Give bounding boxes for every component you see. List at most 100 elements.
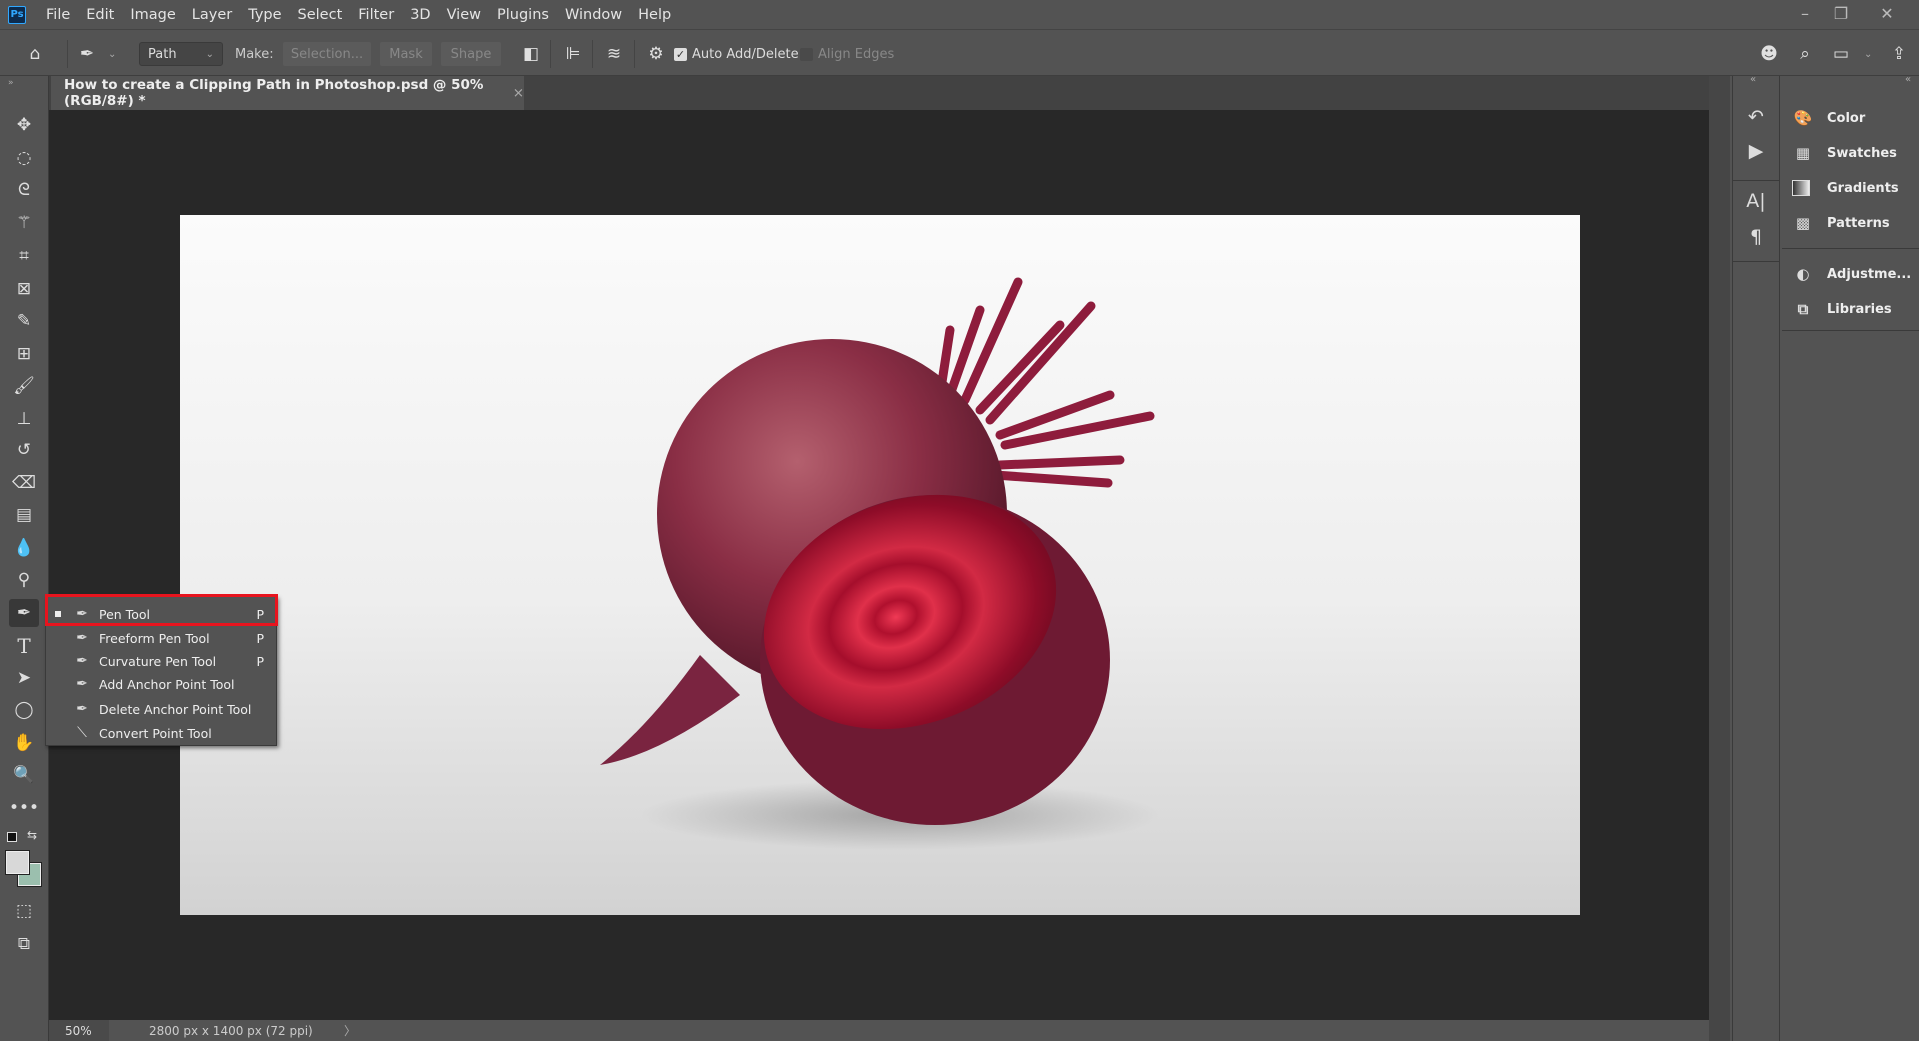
collapse-dock-icon[interactable]: «	[1750, 74, 1756, 85]
panel-label: Adjustme...	[1827, 266, 1912, 282]
close-window-button[interactable]: ✕	[1868, 0, 1906, 26]
collapse-toolbar-icon[interactable]: »	[8, 78, 14, 88]
menu-type[interactable]: Type	[240, 7, 289, 23]
brush-tool-icon[interactable]: 🖌	[9, 372, 39, 400]
menu-image[interactable]: Image	[122, 7, 183, 23]
actions-play-icon[interactable]: ▶	[1741, 136, 1771, 166]
menu-view[interactable]: View	[439, 7, 489, 23]
default-colors-icon[interactable]	[7, 832, 17, 842]
menu-layer[interactable]: Layer	[184, 7, 240, 23]
vertical-scrollbar[interactable]	[1709, 76, 1730, 1041]
ellipse-tool-icon[interactable]: ◯	[9, 696, 39, 724]
eyedropper-icon[interactable]: ✎	[9, 307, 39, 335]
blur-tool-icon[interactable]: 💧	[9, 534, 39, 562]
freeform-pen-icon: ✒	[76, 630, 88, 646]
make-selection-button[interactable]: Selection...	[283, 42, 371, 66]
auto-add-delete-checkbox[interactable]: ✓ Auto Add/Delete	[674, 42, 799, 66]
menu-help[interactable]: Help	[630, 7, 679, 23]
panel-color[interactable]: 🎨 Color	[1792, 103, 1866, 133]
menu-window[interactable]: Window	[557, 7, 630, 23]
flyout-item-add-anchor-point-tool[interactable]: ✒ Add Anchor Point Tool	[46, 672, 276, 696]
gradient-tool-icon[interactable]: ▤	[9, 501, 39, 529]
menu-filter[interactable]: Filter	[350, 7, 402, 23]
swap-colors-icon[interactable]: ⇆	[27, 828, 37, 842]
flyout-item-label: Delete Anchor Point Tool	[99, 701, 252, 717]
path-alignment-icon[interactable]: ⊫	[561, 42, 585, 66]
zoom-level[interactable]: 50%	[49, 1020, 109, 1041]
type-tool-icon[interactable]: T	[9, 632, 39, 660]
add-anchor-icon: ✒	[76, 676, 88, 692]
checkbox-checked-icon: ✓	[674, 47, 687, 61]
quick-mask-icon[interactable]: ⬚	[9, 897, 39, 925]
healing-brush-icon[interactable]: ⊞	[9, 340, 39, 368]
flyout-item-freeform-pen-tool[interactable]: ✒ Freeform Pen Tool P	[46, 626, 276, 650]
restore-button[interactable]: ❐	[1822, 0, 1860, 26]
align-edges-checkbox[interactable]: Align Edges	[800, 42, 894, 66]
chevron-down-icon[interactable]: ⌄	[1864, 42, 1872, 66]
panel-patterns[interactable]: ▩ Patterns	[1792, 208, 1890, 238]
collapse-panels-icon[interactable]: «	[1905, 74, 1911, 85]
history-brush-icon[interactable]: ↺	[9, 436, 39, 464]
pen-tool-preset-icon[interactable]: ✒	[75, 42, 99, 66]
path-operations-icon[interactable]: ◧	[519, 42, 543, 66]
make-shape-button[interactable]: Shape	[441, 42, 501, 66]
panel-libraries[interactable]: ⧉ Libraries	[1792, 294, 1892, 324]
libraries-icon: ⧉	[1797, 300, 1809, 318]
path-selection-icon[interactable]: ➤	[9, 664, 39, 692]
magic-wand-icon[interactable]: ⚚	[9, 209, 39, 237]
delete-anchor-icon: ✒	[76, 701, 88, 717]
menu-3d[interactable]: 3D	[402, 7, 438, 23]
panel-adjustments[interactable]: ◐ Adjustme...	[1792, 259, 1911, 289]
zoom-tool-icon[interactable]: 🔍	[9, 761, 39, 789]
close-tab-icon[interactable]: ×	[513, 85, 524, 101]
workspace-icon[interactable]: ▭	[1829, 42, 1853, 66]
history-icon[interactable]: ↶	[1741, 102, 1771, 132]
menu-edit[interactable]: Edit	[78, 7, 122, 23]
eraser-icon[interactable]: ⌫	[9, 469, 39, 497]
frame-tool-icon[interactable]: ⊠	[9, 275, 39, 303]
clone-stamp-icon[interactable]: ⊥	[9, 405, 39, 433]
move-tool-icon[interactable]: ✥	[9, 111, 39, 139]
document-image[interactable]	[180, 215, 1580, 915]
paragraph-icon[interactable]: ¶	[1741, 222, 1771, 252]
chevron-down-icon[interactable]: ⌄	[108, 42, 116, 66]
menu-select[interactable]: Select	[290, 7, 351, 23]
panel-gradients[interactable]: Gradients	[1792, 173, 1899, 203]
home-icon[interactable]: ⌂	[23, 42, 47, 66]
screen-mode-icon[interactable]: ⧉	[9, 930, 39, 958]
make-mask-button[interactable]: Mask	[380, 42, 432, 66]
path-arrangement-icon[interactable]: ≋	[602, 42, 626, 66]
crop-tool-icon[interactable]: ⌗	[9, 242, 39, 270]
patterns-icon: ▩	[1795, 214, 1811, 232]
panel-swatches[interactable]: ▦ Swatches	[1792, 138, 1897, 168]
search-icon[interactable]: ⌕	[1793, 42, 1817, 66]
gear-icon[interactable]: ⚙	[644, 42, 668, 66]
character-icon[interactable]: A|	[1741, 186, 1771, 216]
flyout-item-convert-point-tool[interactable]: ⟍ Convert Point Tool	[46, 721, 276, 745]
beetroot-photo	[600, 277, 1160, 850]
share-icon[interactable]: ⇪	[1887, 42, 1911, 66]
flyout-item-delete-anchor-point-tool[interactable]: ✒ Delete Anchor Point Tool	[46, 697, 276, 721]
make-label: Make:	[235, 46, 274, 62]
more-tools-icon[interactable]: •••	[9, 794, 39, 822]
status-menu-arrow-icon[interactable]: 〉	[344, 1022, 356, 1039]
panels-dock: « 🎨 Color ▦ Swatches Gradients ▩ Patterns ◐…	[1782, 74, 1919, 1041]
mode-select[interactable]: Path ⌄	[139, 42, 223, 66]
hand-tool-icon[interactable]: ✋	[9, 729, 39, 757]
convert-point-icon: ⟍	[77, 725, 87, 741]
flyout-item-curvature-pen-tool[interactable]: ✒ Curvature Pen Tool P	[46, 649, 276, 673]
tools-panel: » ✥ ◌ ᘓ ⚚ ⌗ ⊠ ✎ ⊞ 🖌 ⊥ ↺ ⌫ ▤ 💧 ⚲ ✒ T ➤ ◯ …	[0, 76, 49, 1041]
dodge-tool-icon[interactable]: ⚲	[9, 566, 39, 594]
foreground-color-swatch[interactable]	[5, 850, 30, 875]
panel-label: Gradients	[1827, 180, 1899, 196]
learn-icon[interactable]: ☻	[1757, 42, 1781, 66]
lasso-tool-icon[interactable]: ᘓ	[9, 176, 39, 204]
shortcut-key: P	[256, 653, 264, 669]
flyout-item-label: Add Anchor Point Tool	[99, 676, 235, 692]
menu-file[interactable]: File	[38, 7, 78, 23]
document-tab[interactable]: How to create a Clipping Path in Photosh…	[51, 76, 524, 110]
menu-plugins[interactable]: Plugins	[489, 7, 557, 23]
minimize-button[interactable]: –	[1786, 0, 1824, 26]
pen-tool-icon[interactable]: ✒	[9, 599, 39, 627]
elliptical-marquee-icon[interactable]: ◌	[9, 144, 39, 172]
